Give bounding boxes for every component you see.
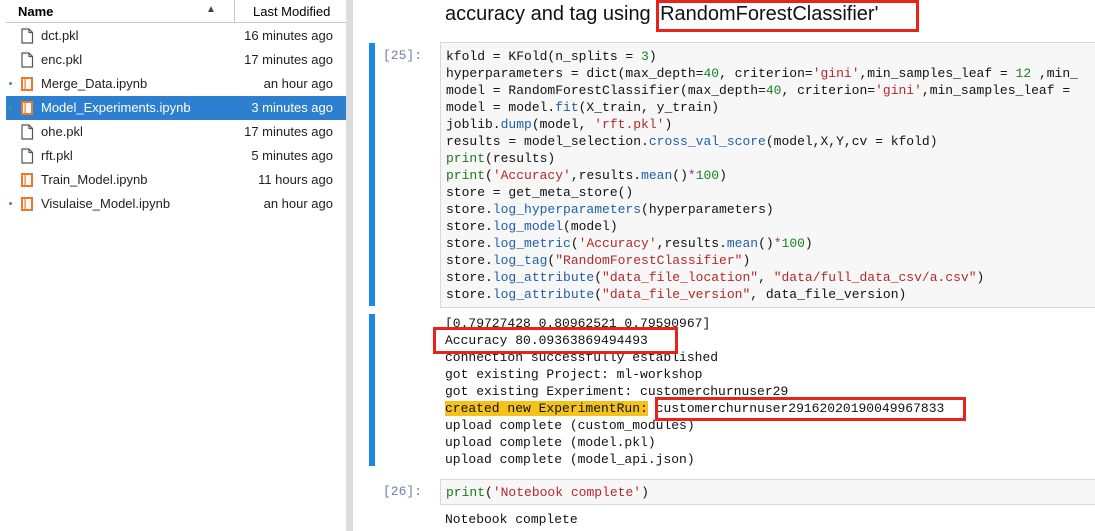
- notebook-panel: accuracy and tag using 'RandomForestClas…: [353, 0, 1095, 531]
- highlight-box-classifier-tag: [656, 0, 919, 32]
- file-browser-header: Name ▲ Last Modified: [6, 0, 346, 23]
- code-line: model = model.fit(X_train, y_train): [446, 100, 720, 115]
- panel-resize-handle[interactable]: [346, 0, 353, 531]
- file-icon: [20, 28, 34, 44]
- file-modified: 17 minutes ago: [244, 52, 333, 67]
- file-name: Model_Experiments.ipynb: [41, 100, 191, 115]
- file-row[interactable]: Model_Experiments.ipynb 3 minutes ago: [6, 96, 346, 120]
- code-line: print(results): [446, 151, 556, 166]
- file-row[interactable]: Merge_Data.ipynb an hour ago: [6, 72, 346, 96]
- file-browser: Name ▲ Last Modified dct.pkl 16 minutes a…: [0, 0, 346, 531]
- active-cell-bar-input[interactable]: [369, 43, 375, 306]
- code-line: store.log_attribute("data_file_location"…: [446, 270, 985, 285]
- highlight-box-run-id: [655, 397, 966, 421]
- file-modified: an hour ago: [263, 196, 333, 211]
- experiment-run-label: created new ExperimentRun:: [445, 401, 648, 416]
- running-indicator-icon: [9, 202, 12, 205]
- file-row[interactable]: Train_Model.ipynb 11 hours ago: [6, 168, 346, 192]
- code-line: store = get_meta_store(): [446, 185, 634, 200]
- file-modified: 16 minutes ago: [244, 28, 333, 43]
- file-name: Visulaise_Model.ipynb: [41, 196, 171, 211]
- code-line: store.log_tag("RandomForestClassifier"): [446, 253, 751, 268]
- code-line: joblib.dump(model, 'rft.pkl'): [446, 117, 673, 132]
- notebook-icon: [20, 100, 34, 116]
- file-name: Train_Model.ipynb: [41, 172, 148, 187]
- cell-25-code-editor[interactable]: kfold = KFold(n_splits = 3) hyperparamet…: [440, 42, 1095, 308]
- file-modified: 17 minutes ago: [244, 124, 333, 139]
- file-name: ohe.pkl: [41, 124, 83, 139]
- notebook-icon: [20, 196, 34, 212]
- markdown-text-before: accuracy and tag using: [445, 3, 657, 25]
- cell-25-input-prompt: [25]:: [383, 48, 423, 63]
- output-upload-api: upload complete (model_api.json): [445, 452, 695, 467]
- file-modified: 3 minutes ago: [251, 100, 333, 115]
- notebook-icon: [20, 76, 34, 92]
- code-line: store.log_model(model): [446, 219, 618, 234]
- name-column-header[interactable]: Name: [18, 4, 53, 19]
- file-icon: [20, 124, 34, 140]
- code-line: print('Accuracy',results.mean()*100): [446, 168, 727, 183]
- file-row[interactable]: Visulaise_Model.ipynb an hour ago: [6, 192, 346, 216]
- file-name: dct.pkl: [41, 28, 79, 43]
- file-icon: [20, 52, 34, 68]
- file-name: Merge_Data.ipynb: [41, 76, 148, 91]
- code-line: kfold = KFold(n_splits = 3): [446, 49, 657, 64]
- code-line: results = model_selection.cross_val_scor…: [446, 134, 938, 149]
- column-divider[interactable]: [234, 0, 235, 22]
- file-name: rft.pkl: [41, 148, 73, 163]
- code-line: model = RandomForestClassifier(max_depth…: [446, 83, 1078, 98]
- notebook-icon: [20, 172, 34, 188]
- code-line: hyperparameters = dict(max_depth=40, cri…: [446, 66, 1078, 81]
- last-modified-column-header[interactable]: Last Modified: [253, 4, 330, 19]
- cell-26-input-prompt: [26]:: [383, 484, 423, 499]
- file-row[interactable]: rft.pkl 5 minutes ago: [6, 144, 346, 168]
- running-indicator-icon: [9, 82, 12, 85]
- file-list: dct.pkl 16 minutes ago enc.pkl 17 minutes a…: [6, 24, 346, 216]
- code-line: store.log_attribute("data_file_version",…: [446, 287, 907, 302]
- cell-26-output: Notebook complete: [445, 512, 578, 527]
- cell-26-code-editor[interactable]: print('Notebook complete'): [440, 479, 1095, 505]
- file-name: enc.pkl: [41, 52, 83, 67]
- file-icon: [20, 148, 34, 164]
- file-modified: 5 minutes ago: [251, 148, 333, 163]
- file-row[interactable]: ohe.pkl 17 minutes ago: [6, 120, 346, 144]
- file-modified: 11 hours ago: [258, 172, 333, 187]
- highlight-box-accuracy: [433, 327, 678, 354]
- output-project: got existing Project: ml-workshop: [445, 367, 703, 382]
- file-row[interactable]: dct.pkl 16 minutes ago: [6, 24, 346, 48]
- file-modified: an hour ago: [263, 76, 333, 91]
- file-row[interactable]: enc.pkl 17 minutes ago: [6, 48, 346, 72]
- active-cell-bar-output[interactable]: [369, 314, 375, 466]
- code-line: store.log_hyperparameters(hyperparameter…: [446, 202, 774, 217]
- running-indicator-icon: [9, 106, 12, 109]
- code-line: store.log_metric('Accuracy',results.mean…: [446, 236, 813, 251]
- sort-ascending-icon[interactable]: ▲: [206, 4, 216, 15]
- code-line: print('Notebook complete'): [446, 485, 649, 500]
- output-upload-model: upload complete (model.pkl): [445, 435, 656, 450]
